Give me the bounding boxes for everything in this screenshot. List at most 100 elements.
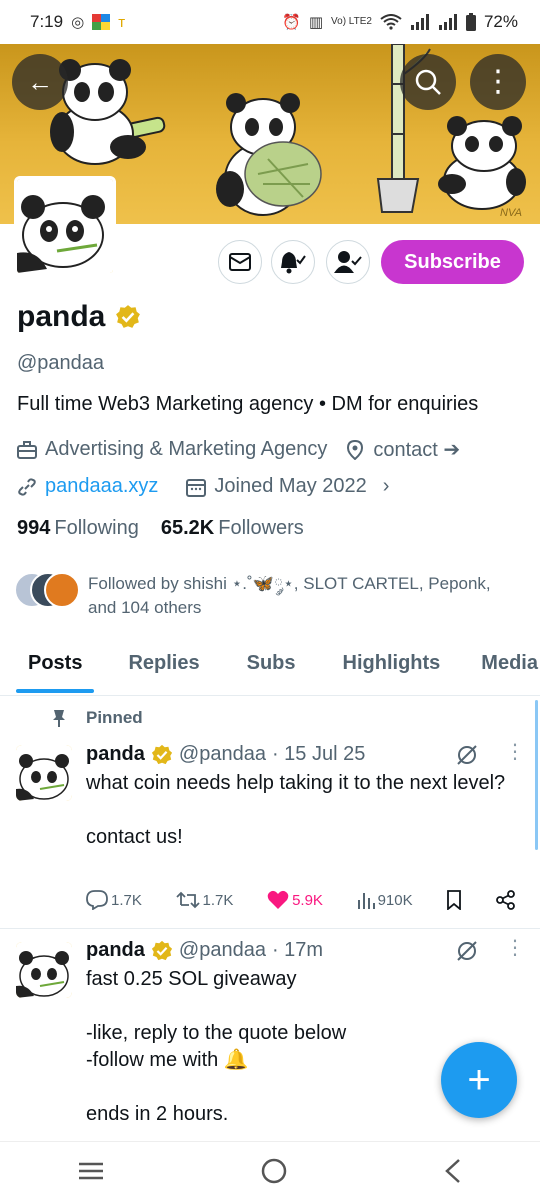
post-author-name[interactable]: panda xyxy=(86,939,145,962)
subscribe-button[interactable]: Subscribe xyxy=(381,240,524,284)
profile-meta-row-1: Advertising & Marketing Agency contact ➔ xyxy=(17,437,460,462)
follow-stats: 994 Following 65.2K Followers xyxy=(17,517,304,540)
arrow-left-icon: ← xyxy=(27,66,53,97)
verified-badge-icon[interactable] xyxy=(115,304,141,330)
whatsapp-icon: ◎ xyxy=(71,14,85,31)
tab-media[interactable]: Media xyxy=(481,640,538,695)
profile-tabs: Posts Replies Subs Highlights Media xyxy=(0,640,540,696)
back-nav-icon[interactable] xyxy=(444,1158,462,1184)
signal-icon-2 xyxy=(438,14,457,30)
search-button[interactable] xyxy=(400,54,456,110)
following-label: Following xyxy=(54,517,139,539)
views-icon xyxy=(357,893,375,909)
post-more-button[interactable]: ⋮ xyxy=(505,742,525,762)
post-avatar[interactable] xyxy=(16,942,72,998)
back-button[interactable]: ← xyxy=(12,54,68,110)
like-button[interactable]: 5.9K xyxy=(267,890,323,910)
post-author-handle: @pandaa xyxy=(178,743,266,765)
followers-count: 65.2K xyxy=(160,517,215,539)
post-date: · 17m xyxy=(271,939,324,961)
link-icon xyxy=(18,477,36,496)
post-stats: 1.7K 1.7K 5.9K 910K xyxy=(86,890,516,910)
share-icon xyxy=(496,890,515,910)
verified-badge-icon xyxy=(151,940,172,960)
pinned-label: Pinned xyxy=(52,708,143,728)
search-icon xyxy=(415,69,441,95)
following-stat[interactable]: 994 Following xyxy=(17,517,139,540)
recent-apps-icon[interactable] xyxy=(78,1161,104,1181)
volte-icon: Vo) LTE2 xyxy=(331,16,372,27)
reply-count: 1.7K xyxy=(111,891,142,909)
mail-icon xyxy=(229,253,251,271)
tab-replies[interactable]: Replies xyxy=(128,640,199,695)
status-bar: 7:19 ◎ т ⏰ ▥ Vo) LTE2 72% xyxy=(0,0,540,44)
profile-bio: Full time Web3 Marketing agency • DM for… xyxy=(17,393,479,415)
tab-subs[interactable]: Subs xyxy=(247,640,296,695)
followed-by-section[interactable]: Followed by shishi ⋆.˚🦋༘⋆, SLOT CARTEL, … xyxy=(14,572,514,620)
signal-icon xyxy=(410,14,429,30)
profile-handle: @pandaa xyxy=(17,352,105,374)
panda-avatar-image xyxy=(16,745,72,801)
post-date: · 15 Jul 25 xyxy=(271,743,366,765)
post-avatar[interactable] xyxy=(16,745,72,801)
reply-icon xyxy=(86,890,108,910)
profile-location[interactable]: contact ➔ xyxy=(373,437,460,462)
followers-label: Followers xyxy=(218,517,304,539)
tinder-icon: т xyxy=(118,13,126,31)
views-button[interactable]: 910K xyxy=(357,891,413,909)
profile-name: panda xyxy=(17,300,106,333)
followers-stat[interactable]: 65.2K Followers xyxy=(161,517,304,540)
grok-icon[interactable] xyxy=(455,939,479,963)
banner-panda-right xyxy=(438,116,526,210)
post-divider xyxy=(0,928,540,929)
post-author-name[interactable]: panda xyxy=(86,743,145,766)
pinned-text: Pinned xyxy=(86,708,143,727)
message-button[interactable] xyxy=(218,240,262,284)
heart-icon xyxy=(267,890,289,909)
battery-icon xyxy=(465,13,476,31)
location-pin-icon xyxy=(347,439,364,460)
home-icon[interactable] xyxy=(261,1158,287,1184)
status-time: 7:19 xyxy=(30,12,64,31)
reply-button[interactable]: 1.7K xyxy=(86,890,142,910)
views-count: 910K xyxy=(377,891,413,909)
compose-post-button[interactable]: + xyxy=(441,1042,517,1118)
bookmark-button[interactable] xyxy=(446,890,462,910)
scrollbar[interactable] xyxy=(535,700,538,850)
person-check-icon xyxy=(334,251,362,273)
tab-highlights[interactable]: Highlights xyxy=(343,640,441,695)
battery-level: 72% xyxy=(483,12,518,31)
more-options-button[interactable]: ⋮ xyxy=(470,54,526,110)
profile-avatar[interactable] xyxy=(14,176,116,276)
alarm-icon: ⏰ xyxy=(282,14,301,31)
repost-icon xyxy=(175,891,200,909)
calendar-icon xyxy=(186,478,207,497)
system-navigation-bar xyxy=(0,1141,540,1199)
more-vertical-icon: ⋮ xyxy=(483,65,513,98)
panda-avatar-image xyxy=(16,942,72,998)
wifi-icon xyxy=(380,14,402,30)
follower-avatars xyxy=(14,572,80,608)
like-count: 5.9K xyxy=(292,891,323,909)
pin-icon xyxy=(53,710,65,727)
repost-button[interactable]: 1.7K xyxy=(175,890,234,910)
share-button[interactable] xyxy=(496,890,516,910)
repost-count: 1.7K xyxy=(202,891,234,909)
banner-signature: NVA xyxy=(500,207,523,219)
following-button[interactable] xyxy=(326,240,370,284)
app-notification-icon xyxy=(92,14,111,30)
verified-badge-icon xyxy=(151,744,172,764)
briefcase-icon xyxy=(17,440,37,459)
following-count: 994 xyxy=(17,517,51,539)
grok-icon[interactable] xyxy=(455,743,479,767)
profile-category: Advertising & Marketing Agency xyxy=(45,438,328,460)
chevron-right-icon[interactable]: › xyxy=(383,475,390,498)
avatar xyxy=(44,572,80,608)
post-text: what coin needs help taking it to the ne… xyxy=(86,772,506,848)
profile-website-link[interactable]: pandaaa.xyz xyxy=(45,475,158,498)
notifications-button[interactable] xyxy=(271,240,315,284)
tab-posts[interactable]: Posts xyxy=(15,640,96,695)
post-author-handle: @pandaa xyxy=(178,939,266,961)
panda-avatar-image xyxy=(17,179,113,273)
post-more-button[interactable]: ⋮ xyxy=(505,938,525,958)
